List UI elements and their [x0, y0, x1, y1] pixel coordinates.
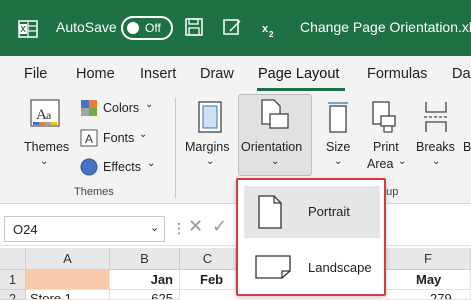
row-header[interactable]: 1	[0, 270, 26, 290]
effects-label[interactable]: Effects	[103, 160, 141, 174]
excel-logo-icon: X	[18, 20, 38, 38]
themes-icon[interactable]: A a	[29, 98, 65, 132]
tab-page-layout[interactable]: Page Layout	[258, 66, 339, 82]
print-area-chevron-down-icon: ⌄	[398, 156, 407, 167]
name-box-chevron-down-icon[interactable]: ⌄	[150, 221, 159, 234]
document-title: Change Page Orientation.xlsx	[300, 19, 471, 35]
margins-chevron-down-icon: ⌄	[206, 156, 215, 167]
print-area-icon[interactable]	[371, 100, 397, 134]
cell[interactable]	[26, 270, 110, 290]
themes-label: Themes	[24, 140, 70, 154]
svg-text:a: a	[46, 108, 52, 122]
autosave-state: Off	[145, 21, 161, 35]
breaks-chevron-down-icon: ⌄	[432, 156, 441, 167]
breaks-icon[interactable]	[422, 100, 450, 134]
enter-icon[interactable]: ✓	[212, 216, 227, 237]
orientation-dropdown: Portrait Landscape	[236, 178, 386, 296]
colors-icon[interactable]	[80, 99, 98, 117]
effects-icon[interactable]	[80, 158, 98, 176]
active-tab-indicator	[257, 88, 345, 91]
ribbon-tabs: File Home Insert Draw Page Layout Formul…	[0, 56, 471, 92]
svg-text:x: x	[262, 23, 269, 35]
autosave-toggle[interactable]: Off	[121, 16, 173, 40]
themes-chevron-down-icon: ⌄	[40, 156, 49, 167]
print-area-line1[interactable]: Print	[373, 140, 399, 154]
landscape-label: Landscape	[308, 260, 372, 275]
column-header[interactable]: F	[386, 248, 471, 270]
column-header[interactable]: C	[180, 248, 236, 270]
svg-text:2: 2	[269, 30, 274, 38]
cell[interactable]: Store 1	[26, 290, 110, 300]
colors-label[interactable]: Colors	[103, 101, 139, 115]
tab-home[interactable]: Home	[76, 66, 115, 82]
portrait-option[interactable]: Portrait	[244, 186, 380, 238]
tab-insert[interactable]: Insert	[140, 66, 176, 82]
background-partial-label[interactable]: B	[463, 140, 471, 154]
effects-chevron-down-icon: ⌄	[147, 158, 156, 169]
margins-icon[interactable]	[197, 100, 223, 134]
colors-chevron-down-icon: ⌄	[145, 99, 154, 110]
column-header[interactable]: A	[26, 248, 110, 270]
svg-text:A: A	[85, 132, 93, 146]
touch-draw-icon[interactable]	[222, 17, 244, 37]
landscape-icon	[255, 255, 291, 279]
autosave-label: AutoSave	[56, 19, 117, 35]
tab-draw[interactable]: Draw	[200, 66, 234, 82]
size-chevron-down-icon: ⌄	[334, 156, 343, 167]
breaks-label[interactable]: Breaks	[416, 140, 455, 154]
more-options-icon[interactable]: ⋮	[172, 220, 186, 237]
column-header[interactable]: B	[110, 248, 180, 270]
portrait-label: Portrait	[308, 204, 350, 219]
cancel-icon[interactable]: ✕	[188, 216, 203, 237]
orientation-chevron-down-icon: ⌄	[271, 156, 280, 167]
fonts-label[interactable]: Fonts	[103, 131, 134, 145]
svg-text:X: X	[20, 25, 26, 34]
landscape-option[interactable]: Landscape	[244, 242, 380, 294]
size-icon[interactable]	[326, 100, 350, 134]
cell[interactable]: 279	[386, 290, 471, 300]
themes-group-label: Themes	[74, 186, 114, 198]
name-box-value: O24	[13, 222, 38, 237]
tab-file[interactable]: File	[24, 66, 47, 82]
tab-data[interactable]: Da	[452, 66, 471, 82]
portrait-icon	[258, 195, 282, 229]
toggle-knob	[127, 22, 139, 34]
name-box[interactable]: O24	[4, 216, 165, 242]
fonts-chevron-down-icon: ⌄	[139, 129, 148, 140]
cell[interactable]: 625	[110, 290, 180, 300]
select-all-corner[interactable]	[0, 248, 26, 270]
fonts-icon[interactable]: A	[80, 129, 98, 147]
orientation-label: Orientation	[241, 140, 303, 154]
cell[interactable]: Feb	[180, 270, 236, 290]
size-label[interactable]: Size	[326, 140, 350, 154]
row-header[interactable]: 2	[0, 290, 26, 300]
margins-label[interactable]: Margins	[185, 140, 229, 154]
subscript-icon[interactable]: x 2	[262, 22, 276, 38]
cell[interactable]: May	[386, 270, 471, 290]
orientation-icon	[261, 99, 289, 129]
group-divider	[175, 98, 176, 198]
cell[interactable]: Jan	[110, 270, 180, 290]
tab-formulas[interactable]: Formulas	[367, 66, 427, 82]
print-area-line2[interactable]: Area	[367, 157, 393, 171]
title-bar: X AutoSave Off x 2 Change Page Orientati…	[0, 0, 471, 56]
save-icon[interactable]	[184, 17, 204, 37]
